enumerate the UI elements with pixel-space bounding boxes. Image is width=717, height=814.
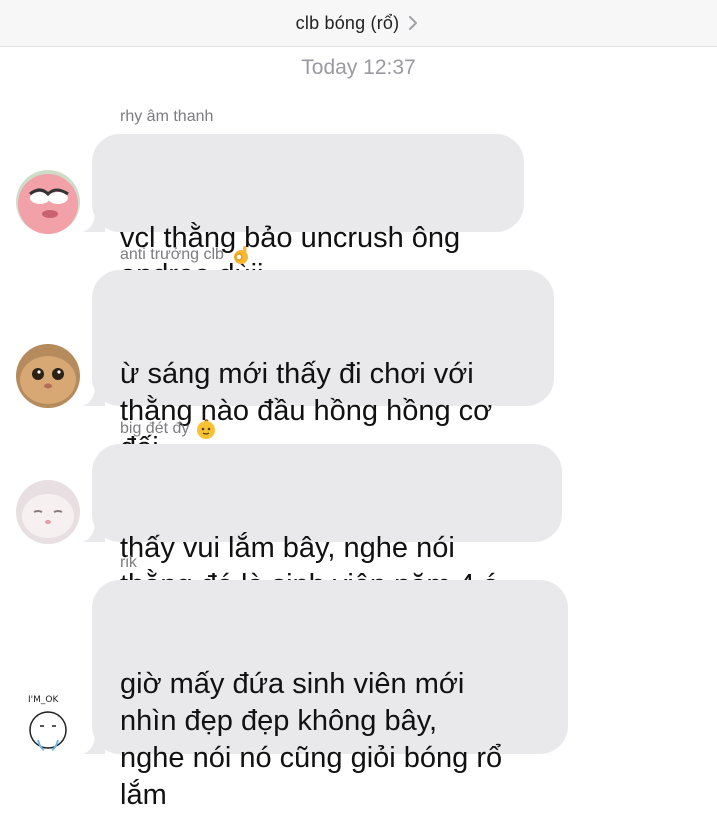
message-bubble[interactable]: thấy vui lắm bây, nghe nói thằng đó là s…	[83, 444, 562, 601]
bubble-tail-icon	[83, 384, 105, 406]
sender-name-label: big đét đy	[120, 420, 190, 437]
message-timestamp: Today 12:37	[301, 56, 416, 79]
bubble-tail-icon	[83, 210, 105, 232]
message-bubble[interactable]: vcl thằng bảo uncrush ông andree dùii	[83, 134, 524, 291]
sender-name: big đét đy	[120, 418, 217, 440]
sender-name-label: rhy âm thanh	[120, 108, 214, 125]
sender-name-label: anti trưởng clb	[120, 246, 224, 263]
sender-name: anti trưởng clb	[120, 244, 252, 266]
message-text: giờ mấy đứa sinh viên mới nhìn đẹp đẹp k…	[120, 668, 503, 811]
patrick-star-avatar[interactable]	[16, 170, 80, 234]
bubble-tail-icon	[83, 520, 105, 542]
baby-emoji-icon	[195, 418, 217, 440]
message-bubble[interactable]: giờ mấy đứa sinh viên mới nhìn đẹp đẹp k…	[83, 580, 568, 811]
chat-header[interactable]: clb bóng (rổ)	[0, 0, 717, 47]
sender-name: rik	[120, 554, 137, 572]
svg-text:I'M_OK: I'M_OK	[28, 695, 59, 705]
cat-face-avatar[interactable]	[16, 344, 80, 408]
im-ok-sticker-avatar[interactable]: I'M_OK	[16, 690, 80, 754]
message-bubble[interactable]: ừ sáng mới thấy đi chơi với thằng nào đầ…	[83, 270, 554, 464]
sender-name-label: rik	[120, 554, 137, 571]
bubble-tail-icon	[83, 732, 105, 754]
sleeping-cat-avatar[interactable]	[16, 480, 80, 544]
chevron-right-icon[interactable]	[405, 14, 421, 32]
sender-name: rhy âm thanh	[120, 108, 213, 126]
ok-hand-emoji-icon	[230, 244, 252, 266]
chat-title[interactable]: clb bóng (rổ)	[296, 13, 400, 34]
